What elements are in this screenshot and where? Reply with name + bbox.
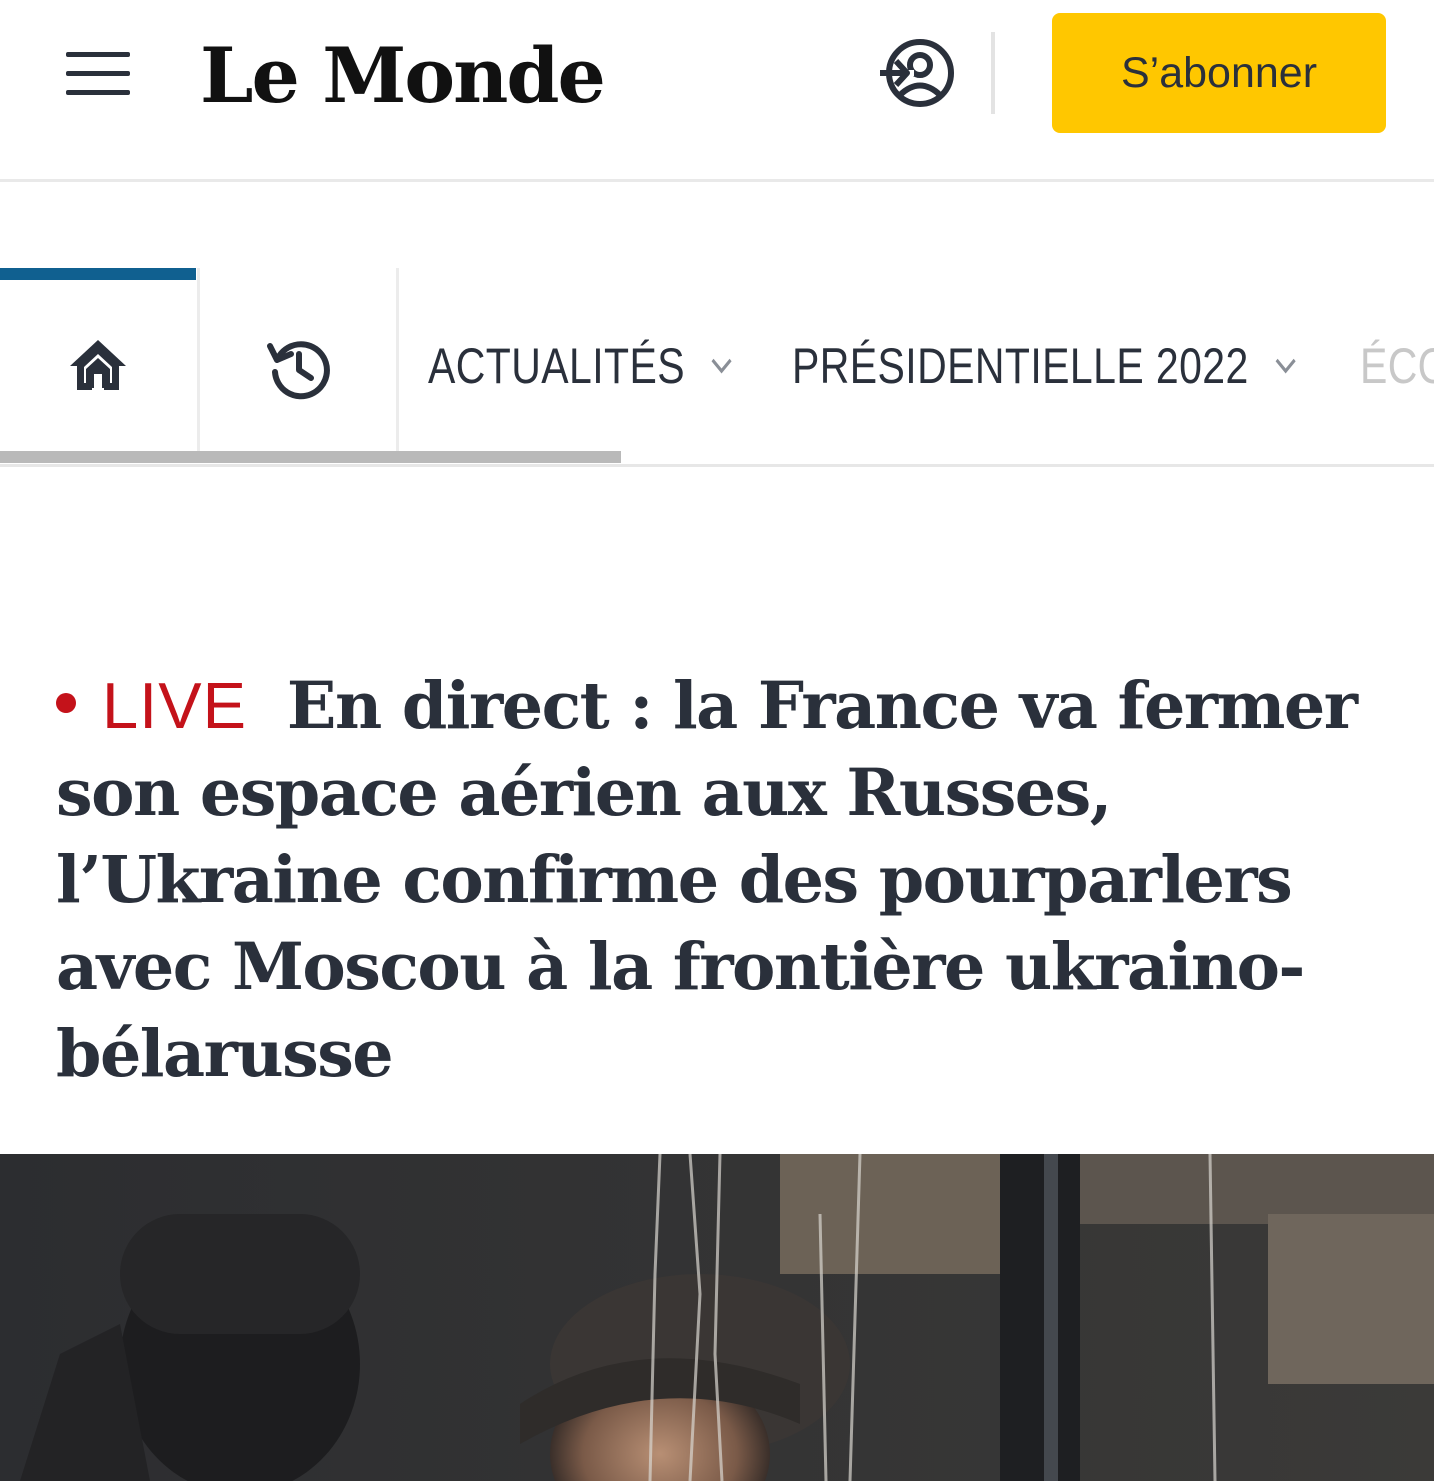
site-logo-text: Le Monde xyxy=(200,31,606,120)
nav-scrollbar[interactable] xyxy=(0,451,621,463)
nav-item-label: ÉCO xyxy=(1360,338,1434,394)
tab-home[interactable] xyxy=(0,280,197,462)
live-dot-icon xyxy=(56,692,76,713)
nav-item-economie[interactable]: ÉCO xyxy=(1360,324,1434,408)
headline-text: En direct : la France va fermer son espa… xyxy=(56,668,1358,1092)
photo-image xyxy=(0,1154,1434,1481)
tab-history[interactable] xyxy=(200,280,396,462)
article-photo[interactable] xyxy=(0,1154,1434,1481)
home-icon xyxy=(70,340,126,390)
nav-bottom-border xyxy=(0,464,1434,467)
chevron-down-icon xyxy=(1275,358,1296,374)
active-tab-indicator xyxy=(0,268,196,280)
header-border xyxy=(0,179,1434,182)
history-clock-icon xyxy=(267,341,330,400)
header-divider xyxy=(991,32,995,114)
live-badge: LIVE xyxy=(56,669,247,742)
nav-divider xyxy=(396,268,399,462)
nav-item-label: ACTUALITÉS xyxy=(428,338,685,394)
hamburger-menu-icon[interactable] xyxy=(64,50,132,98)
live-label: LIVE xyxy=(102,669,247,742)
article-headline[interactable]: LIVE En direct : la France va fermer son … xyxy=(56,662,1366,1098)
nav-item-presidentielle-2022[interactable]: PRÉSIDENTIELLE 2022 xyxy=(792,324,1298,408)
nav-item-label: PRÉSIDENTIELLE 2022 xyxy=(792,338,1249,394)
chevron-down-icon xyxy=(711,358,732,374)
login-user-icon[interactable] xyxy=(876,38,958,108)
site-logo[interactable]: Le Monde xyxy=(200,26,606,126)
site-header: Le Monde S’abonner xyxy=(0,0,1434,180)
subscribe-button[interactable]: S’abonner xyxy=(1052,13,1386,133)
nav-item-actualites[interactable]: ACTUALITÉS xyxy=(428,324,734,408)
section-nav: ACTUALITÉS PRÉSIDENTIELLE 2022 ÉCO xyxy=(0,268,1434,467)
